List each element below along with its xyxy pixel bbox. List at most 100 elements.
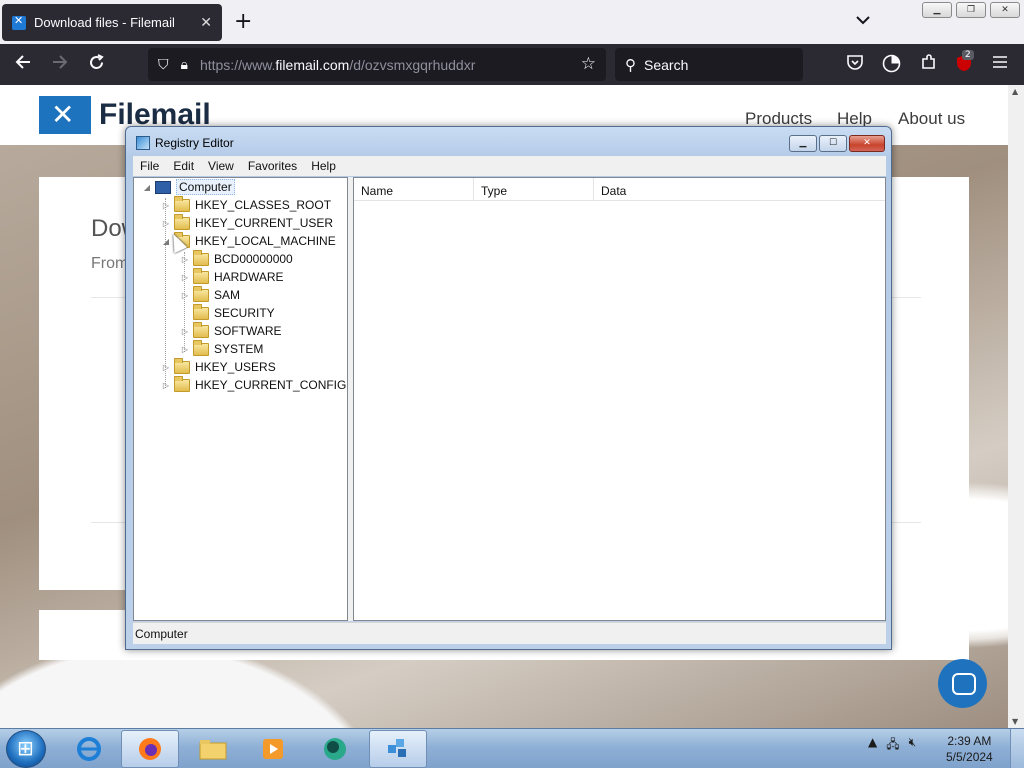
app-green-icon[interactable] [306,730,364,768]
media-player-icon[interactable] [244,730,302,768]
extensions-puzzle-icon[interactable] [920,54,937,76]
column-type[interactable]: Type [474,178,594,200]
expand-arrow-icon[interactable]: ▷ [180,327,190,336]
new-tab-button[interactable]: + [234,9,252,34]
account-circle [882,54,901,73]
reload-button[interactable] [88,54,105,76]
regedit-app-icon [136,136,150,150]
clock-time: 2:39 AM [947,734,992,748]
regedit-titlebar[interactable]: Registry Editor ▁ ☐ ✕ [126,127,891,157]
regedit-taskbar-button[interactable] [369,730,427,768]
internet-explorer-icon[interactable] [60,730,118,768]
tree-node[interactable]: SECURITY [180,303,275,322]
search-placeholder: Search [644,56,689,73]
arrow-right-icon [53,55,68,69]
explorer-folder-icon[interactable] [184,730,242,768]
volume-muted-icon[interactable]: 🔇︎ [909,735,917,756]
tree-node[interactable]: ▷ SYSTEM [180,339,263,358]
tree-node-label: HKEY_USERS [195,360,276,374]
regedit-cubes-icon [388,739,406,757]
expand-arrow-icon[interactable]: ▷ [161,363,171,372]
tree-node[interactable]: ▷ HKEY_CLASSES_ROOT [161,195,331,214]
tree-node-label: SOFTWARE [214,324,282,338]
expand-arrow-icon[interactable]: ▷ [161,219,171,228]
lock-icon[interactable]: 🔒︎ [181,56,188,73]
filemail-favicon-icon [12,14,26,30]
tree-node-label: HKEY_CURRENT_USER [195,216,334,230]
ie-logo [77,737,101,761]
pocket-icon[interactable] [846,54,864,76]
menu-edit[interactable]: Edit [166,159,201,173]
expand-arrow-icon[interactable]: ▷ [161,381,171,390]
expand-arrow-icon[interactable]: ▷ [180,255,190,264]
tab-filemail[interactable]: Download files - Filemail ✕ [2,4,222,41]
folder-icon [174,213,190,230]
pocket-shape [847,55,863,70]
start-button[interactable] [6,730,46,768]
tree-node-label: HKEY_LOCAL_MACHINE [195,234,336,248]
expand-arrow-icon[interactable]: ▷ [180,291,190,300]
tree-node[interactable]: ▷ BCD00000000 [180,249,293,268]
scroll-up-arrow-icon[interactable]: ▲ [1012,87,1018,96]
tree-node[interactable]: ▷ HKEY_CURRENT_CONFIG [161,375,346,394]
chevron-down-icon [856,16,870,25]
folder-icon [193,249,209,266]
expand-arrow-icon[interactable]: ▷ [180,273,190,282]
collapse-arrow-icon[interactable]: ◢ [142,183,152,192]
taskbar-clock[interactable]: 2:39 AM 5/5/2024 [946,733,993,765]
menu-hamburger-icon[interactable] [992,54,1008,74]
expand-arrow-icon[interactable]: ▷ [161,201,171,210]
regedit-close-button[interactable]: ✕ [849,135,885,152]
tree-node-computer[interactable]: ◢ Computer [142,178,235,196]
tree-node[interactable]: ▷ SAM [180,285,240,304]
network-icon[interactable]: 🖧︎ [886,735,899,756]
regedit-statusbar: Computer [133,622,886,644]
tree-node-label: Computer [176,179,235,195]
tree-node-label: SECURITY [214,306,275,320]
minimize-button[interactable]: ▁ [922,2,952,18]
status-path: Computer [135,627,188,641]
chat-bubble-icon[interactable] [938,659,987,708]
close-window-button[interactable]: ✕ [990,2,1020,18]
url-bar[interactable]: ⛉ 🔒︎ https://www. filemail.com/d/ozvsmxgq… [148,48,606,81]
bookmark-star-icon[interactable]: ☆ [581,54,596,74]
back-button[interactable] [14,54,32,75]
tree-node[interactable]: ▷ HARDWARE [180,267,284,286]
search-bar[interactable]: ⚲ Search [615,48,803,81]
shield-icon[interactable]: ⛉ [158,56,169,73]
show-hidden-icons-icon[interactable]: ▲ [868,735,877,756]
navigation-toolbar: ⛉ 🔒︎ https://www. filemail.com/d/ozvsmxgq… [0,44,1024,85]
show-desktop-button[interactable] [1010,729,1024,768]
column-name[interactable]: Name [354,178,474,200]
restore-button[interactable]: ❐ [956,2,986,18]
values-list[interactable]: Name Type Data [353,177,886,621]
registry-tree[interactable]: ◢ Computer ▷ HKEY_CLASSES_ROOT ▷ HKEY_CURRE… [133,177,348,621]
tree-node[interactable]: ◢ HKEY_LOCAL_MACHINE [161,231,336,250]
scroll-down-arrow-icon[interactable]: ▼ [1012,717,1018,726]
nav-about-us[interactable]: About us [898,109,965,129]
list-all-tabs-button[interactable] [855,10,871,29]
forward-button[interactable] [51,54,69,75]
firefox-taskbar-button[interactable] [121,730,179,768]
account-icon[interactable] [882,54,901,78]
window-controls: ▁ ❐ ✕ [922,2,1020,18]
page-scrollbar[interactable]: ▲ ▼ [1008,85,1024,728]
tree-node-label: HARDWARE [214,270,284,284]
expand-arrow-icon[interactable]: ▷ [180,345,190,354]
url-path: /d/ozvsmxgqrhuddxr [349,56,476,73]
folder-icon [174,357,190,374]
values-list-header: Name Type Data [354,178,885,201]
tree-node[interactable]: ▷ SOFTWARE [180,321,282,340]
menu-favorites[interactable]: Favorites [241,159,304,173]
tree-node[interactable]: ▷ HKEY_CURRENT_USER [161,213,334,232]
menu-view[interactable]: View [201,159,241,173]
folder-icon [193,339,209,356]
column-data[interactable]: Data [594,178,714,200]
menu-help[interactable]: Help [304,159,343,173]
regedit-minimize-button[interactable]: ▁ [789,135,817,152]
tree-node[interactable]: ▷ HKEY_USERS [161,357,276,376]
menu-file[interactable]: File [133,159,166,173]
regedit-maximize-button[interactable]: ☐ [819,135,847,152]
search-icon: ⚲ [625,56,636,74]
tab-close-icon[interactable]: ✕ [200,14,212,31]
